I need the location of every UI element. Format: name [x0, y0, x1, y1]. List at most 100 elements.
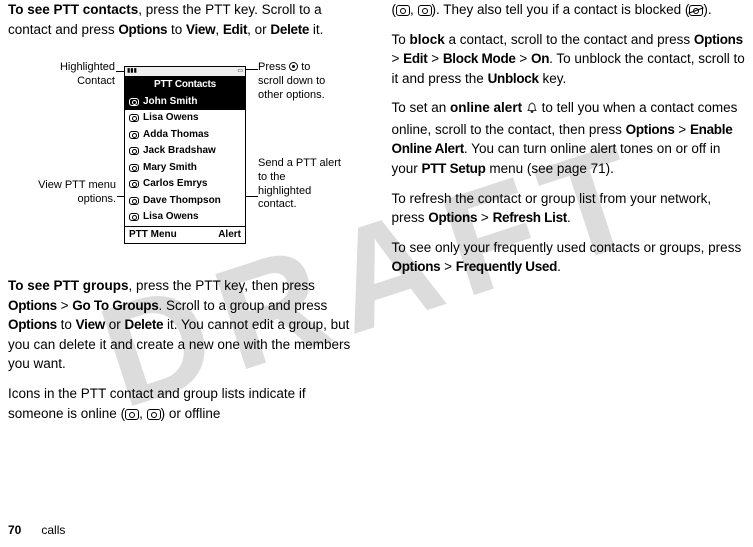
text-ui: On: [531, 51, 549, 66]
text: To: [392, 32, 410, 47]
text-ui: Refresh List: [493, 210, 567, 225]
page-footer: 70 calls: [8, 522, 65, 539]
text-ui: Go To Groups: [72, 298, 158, 313]
text-bold: To see PTT groups: [8, 278, 129, 293]
contact-name: Lisa Owens: [143, 111, 199, 126]
online-personal-icon: [125, 409, 139, 420]
page-number: 70: [8, 523, 21, 537]
refresh-para: To refresh the contact or group list fro…: [392, 189, 746, 228]
text-ui: Frequently Used: [456, 259, 557, 274]
contact-icon: [129, 147, 139, 155]
text: ).: [703, 2, 711, 17]
offline-blocked-para: (, ). They also tell you if a contact is…: [392, 0, 746, 20]
text-bold: block: [410, 32, 445, 47]
label-scroll-options: Press to scroll down to other options.: [258, 61, 353, 102]
text: >: [392, 51, 404, 66]
section-name: calls: [41, 523, 65, 537]
contact-icon: [129, 114, 139, 122]
softkey-right[interactable]: Alert: [218, 228, 241, 243]
text-ui: Options: [694, 32, 743, 47]
phone-screen: ▮▮▮ ▭ PTT Contacts John Smith Lisa Owens…: [124, 66, 246, 244]
text: To set an: [392, 100, 451, 115]
right-column: (, ). They also tell you if a contact is…: [392, 0, 746, 433]
text: .: [567, 210, 571, 225]
text: , press the PTT key, then press: [129, 278, 315, 293]
text: ) or offline: [161, 406, 221, 421]
text: or: [105, 317, 125, 332]
phone-softkeys: PTT Menu Alert: [125, 226, 245, 244]
list-item[interactable]: Dave Thompson: [125, 193, 245, 210]
list-item[interactable]: Mary Smith: [125, 160, 245, 177]
text: key.: [539, 71, 567, 86]
online-alert-para: To set an online alert to tell you when …: [392, 98, 746, 178]
text: >: [675, 122, 690, 137]
text: To see only your frequently used contact…: [392, 240, 742, 255]
text-ui: Delete: [270, 22, 309, 37]
text: Press: [258, 61, 289, 73]
text: >: [427, 51, 442, 66]
text: >: [516, 51, 531, 66]
label-view-ptt-menu: View PTT menu options.: [8, 179, 116, 207]
label-send-alert: Send a PTT alert to the highlighted cont…: [258, 157, 358, 212]
text-ui: Edit: [403, 51, 427, 66]
text-bold: To see PTT contacts: [8, 2, 138, 17]
phone-diagram: Highlighted Contact View PTT menu option…: [8, 61, 362, 246]
text: to: [167, 22, 186, 37]
list-item[interactable]: Lisa Owens: [125, 110, 245, 127]
text-ui: Options: [626, 122, 675, 137]
label-highlighted-contact: Highlighted Contact: [43, 61, 115, 89]
page-columns: To see PTT contacts, press the PTT key. …: [0, 0, 753, 433]
online-group-icon: [147, 409, 161, 420]
text-bold: online alert: [450, 100, 522, 115]
nav-disc-icon: [289, 62, 298, 71]
contact-icon: [129, 164, 139, 172]
text: to: [57, 317, 76, 332]
text-ui: Unblock: [488, 71, 539, 86]
phone-status-bar: ▮▮▮ ▭: [125, 67, 245, 77]
contact-name: Carlos Emrys: [143, 177, 207, 192]
battery-icon: ▭: [237, 67, 243, 76]
text-ui: View: [186, 22, 215, 37]
bell-icon: [526, 100, 538, 120]
text: >: [57, 298, 72, 313]
text-ui: Options: [8, 317, 57, 332]
text: menu (see page 71).: [486, 161, 614, 176]
text: a contact, scroll to the contact and pre…: [445, 32, 694, 47]
text: ,: [139, 406, 147, 421]
leader-line: [246, 69, 258, 70]
text-ui: Options: [118, 22, 167, 37]
freq-used-para: To see only your frequently used contact…: [392, 238, 746, 277]
text-ui: Block Mode: [443, 51, 516, 66]
see-groups-para: To see PTT groups, press the PTT key, th…: [8, 276, 362, 374]
contact-icon: [129, 98, 139, 106]
list-item[interactable]: John Smith: [125, 94, 245, 111]
contact-name: Adda Thomas: [143, 128, 209, 143]
text: .: [557, 259, 561, 274]
signal-icon: ▮▮▮: [127, 67, 137, 76]
text: ). They also tell you if a contact is bl…: [432, 2, 690, 17]
list-item[interactable]: Jack Bradshaw: [125, 143, 245, 160]
text-ui: Edit: [223, 22, 247, 37]
text: ,: [215, 22, 223, 37]
text-ui: Options: [428, 210, 477, 225]
text: , or: [247, 22, 270, 37]
contact-name: Jack Bradshaw: [143, 144, 216, 159]
blocked-contact-icon: [689, 5, 703, 16]
contact-name: Mary Smith: [143, 161, 197, 176]
offline-group-icon: [418, 5, 432, 16]
contact-icon: [129, 131, 139, 139]
block-para: To block a contact, scroll to the contac…: [392, 30, 746, 89]
icons-para: Icons in the PTT contact and group lists…: [8, 384, 362, 423]
text: ,: [410, 2, 418, 17]
text: . Scroll to a group and press: [158, 298, 327, 313]
offline-personal-icon: [396, 5, 410, 16]
contact-name: John Smith: [143, 95, 197, 110]
text: >: [477, 210, 492, 225]
softkey-left[interactable]: PTT Menu: [129, 228, 177, 243]
list-item[interactable]: Adda Thomas: [125, 127, 245, 144]
list-item[interactable]: Carlos Emrys: [125, 176, 245, 193]
list-item[interactable]: Lisa Owens: [125, 209, 245, 226]
contact-name: Dave Thompson: [143, 194, 221, 209]
text: it.: [309, 22, 323, 37]
contact-name: Lisa Owens: [143, 210, 199, 225]
